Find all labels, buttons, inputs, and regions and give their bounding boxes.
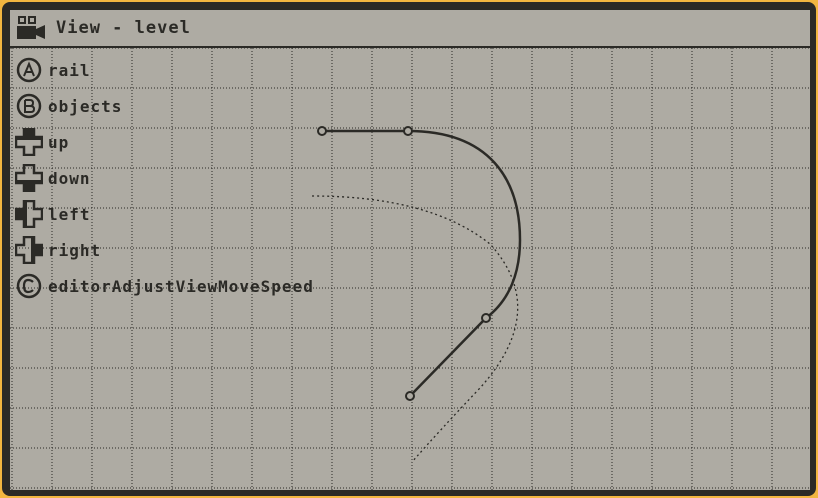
rail-point[interactable] <box>481 313 491 323</box>
rail-point[interactable] <box>405 391 415 401</box>
editor-screen: View - level rail objects up down left r… <box>10 10 810 490</box>
rail-path <box>322 129 522 397</box>
rail-point[interactable] <box>317 126 327 136</box>
rail-ghost-path <box>311 195 519 463</box>
device-frame: View - level rail objects up down left r… <box>0 0 818 498</box>
rail-point[interactable] <box>403 126 413 136</box>
rail-curve-canvas[interactable] <box>10 10 810 490</box>
